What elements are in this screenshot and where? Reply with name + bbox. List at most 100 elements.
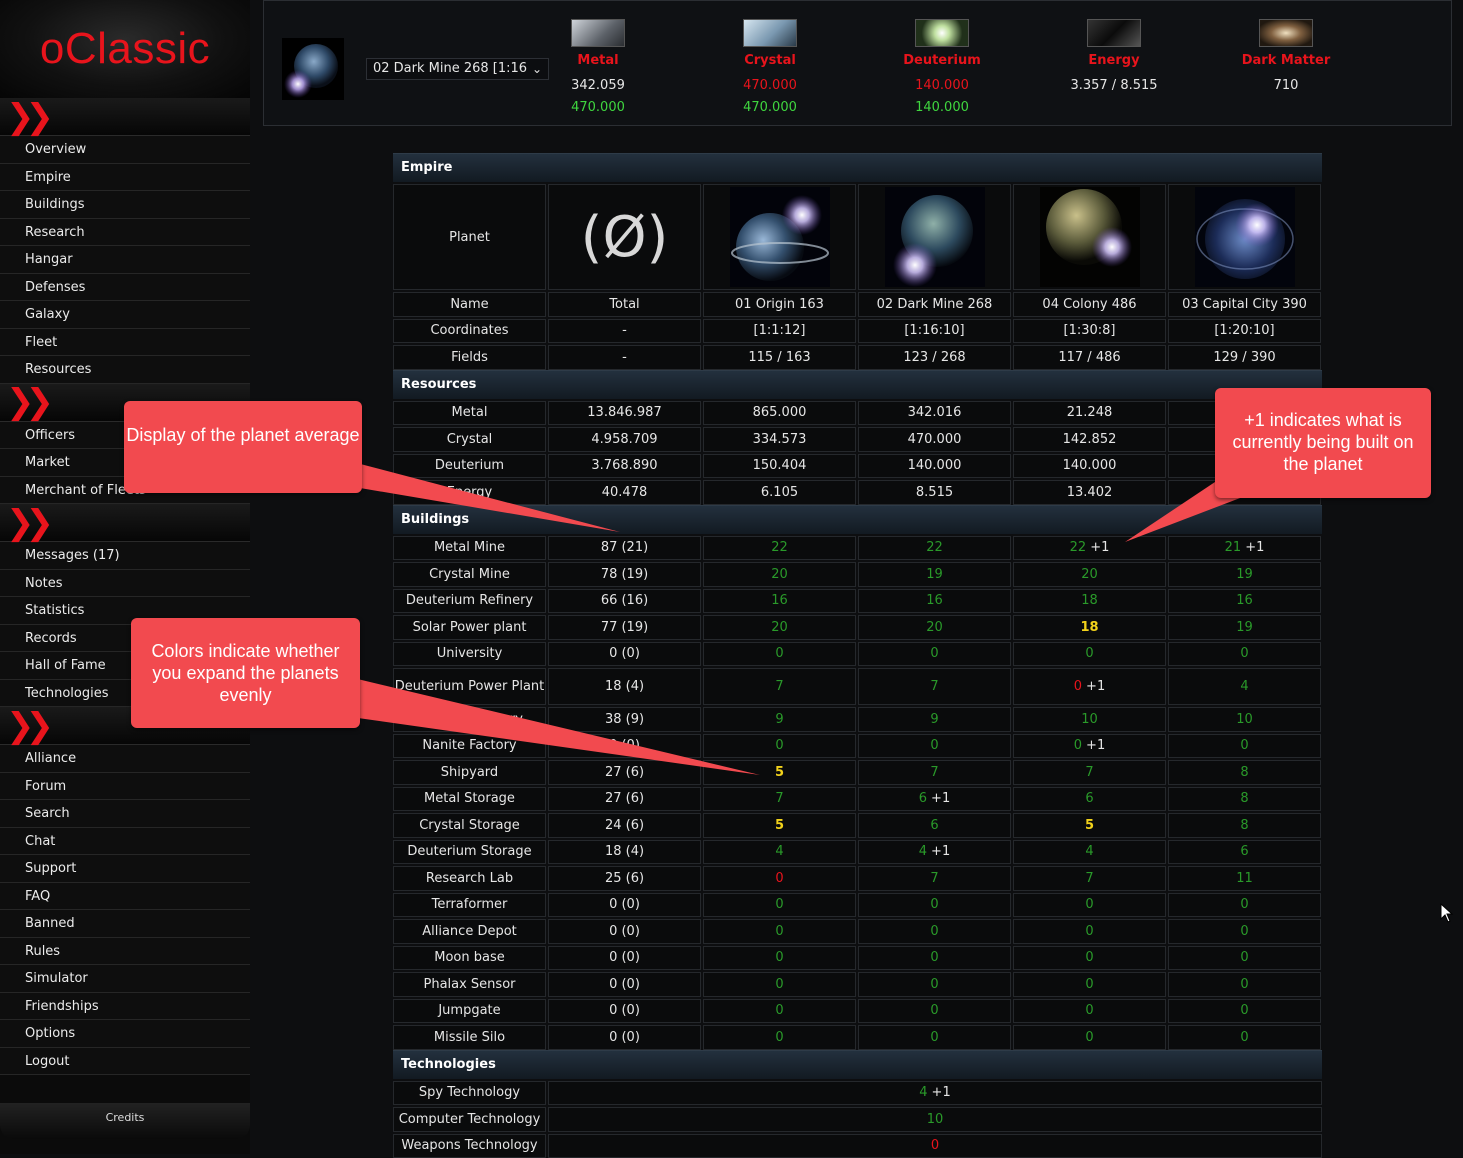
menu-item-forum[interactable]: Forum xyxy=(0,773,250,801)
planet-cell[interactable]: 115 / 163 xyxy=(703,345,856,370)
planet-image-colony[interactable] xyxy=(1013,184,1166,290)
menu-item-fleet[interactable]: Fleet xyxy=(0,329,250,357)
planet-cell[interactable]: [1:30:8] xyxy=(1013,319,1166,344)
building-level-cell[interactable]: 0 xyxy=(1168,972,1321,997)
planet-cell[interactable]: 03 Capital City 390 xyxy=(1168,292,1321,317)
building-level-cell[interactable]: 20 xyxy=(703,562,856,587)
building-level-cell[interactable]: 10 xyxy=(1013,707,1166,732)
building-level-cell[interactable]: 0+1 xyxy=(1013,734,1166,759)
building-level-cell[interactable]: 19 xyxy=(858,562,1011,587)
building-level-cell[interactable]: 9 xyxy=(703,707,856,732)
building-level-cell[interactable]: 0 xyxy=(858,642,1011,667)
menu-item-support[interactable]: Support xyxy=(0,855,250,883)
building-level-cell[interactable]: 8 xyxy=(1168,787,1321,812)
menu-item-notes[interactable]: Notes xyxy=(0,570,250,598)
building-level-cell[interactable]: 0 xyxy=(1013,919,1166,944)
building-level-cell[interactable]: 22 xyxy=(703,536,856,561)
technology-level-cell[interactable]: 4+1 xyxy=(548,1081,1322,1106)
menu-item-overview[interactable]: Overview xyxy=(0,136,250,164)
menu-item-rules[interactable]: Rules xyxy=(0,938,250,966)
building-level-cell[interactable]: 0 xyxy=(858,919,1011,944)
building-level-cell[interactable]: 5 xyxy=(703,760,856,785)
planet-selector[interactable]: 02 Dark Mine 268 [1:16 ⌄ xyxy=(366,58,549,80)
building-level-cell[interactable]: 0 xyxy=(1013,642,1166,667)
building-level-cell[interactable]: 7 xyxy=(858,866,1011,891)
building-level-cell[interactable]: 4+1 xyxy=(858,840,1011,865)
menu-item-resources[interactable]: Resources xyxy=(0,356,250,384)
menu-item-chat[interactable]: Chat xyxy=(0,828,250,856)
menu-item-defenses[interactable]: Defenses xyxy=(0,274,250,302)
building-level-cell[interactable]: 8 xyxy=(1168,813,1321,838)
building-level-cell[interactable]: 7 xyxy=(1013,866,1166,891)
logo[interactable]: oClassic xyxy=(0,0,250,98)
building-level-cell[interactable]: 0 xyxy=(703,972,856,997)
building-level-cell[interactable]: 16 xyxy=(858,589,1011,614)
building-level-cell[interactable]: 5 xyxy=(1013,813,1166,838)
menu-item-buildings[interactable]: Buildings xyxy=(0,191,250,219)
building-level-cell[interactable]: 20 xyxy=(858,615,1011,640)
planet-cell[interactable]: 04 Colony 486 xyxy=(1013,292,1166,317)
planet-cell[interactable]: [1:20:10] xyxy=(1168,319,1321,344)
building-level-cell[interactable]: 6 xyxy=(1013,787,1166,812)
building-level-cell[interactable]: 0 xyxy=(1013,946,1166,971)
building-level-cell[interactable]: 20 xyxy=(1013,562,1166,587)
building-level-cell[interactable]: 0 xyxy=(858,999,1011,1024)
building-level-cell[interactable]: 0 xyxy=(1013,972,1166,997)
building-level-cell[interactable]: 21+1 xyxy=(1168,536,1321,561)
menu-item-options[interactable]: Options xyxy=(0,1020,250,1048)
building-level-cell[interactable]: 7 xyxy=(703,668,856,705)
planet-cell[interactable]: [1:1:12] xyxy=(703,319,856,344)
building-level-cell[interactable]: 7 xyxy=(703,787,856,812)
credits-link[interactable]: Credits xyxy=(0,1103,250,1139)
menu-item-research[interactable]: Research xyxy=(0,219,250,247)
building-level-cell[interactable]: 0 xyxy=(858,972,1011,997)
building-level-cell[interactable]: 0 xyxy=(1168,734,1321,759)
building-level-cell[interactable]: 0 xyxy=(703,946,856,971)
menu-item-banned[interactable]: Banned xyxy=(0,910,250,938)
menu-item-simulator[interactable]: Simulator xyxy=(0,965,250,993)
building-level-cell[interactable]: 0 xyxy=(1168,946,1321,971)
building-level-cell[interactable]: 0 xyxy=(1168,893,1321,918)
building-level-cell[interactable]: 19 xyxy=(1168,562,1321,587)
building-level-cell[interactable]: 7 xyxy=(1013,760,1166,785)
building-level-cell[interactable]: 10 xyxy=(1168,707,1321,732)
building-level-cell[interactable]: 18 xyxy=(1013,615,1166,640)
building-level-cell[interactable]: 0 xyxy=(1013,999,1166,1024)
building-level-cell[interactable]: 0 xyxy=(703,866,856,891)
menu-item-logout[interactable]: Logout xyxy=(0,1048,250,1076)
building-level-cell[interactable]: 4 xyxy=(1168,668,1321,705)
menu-item-galaxy[interactable]: Galaxy xyxy=(0,301,250,329)
building-level-cell[interactable]: 22+1 xyxy=(1013,536,1166,561)
planet-image-dark-mine[interactable] xyxy=(858,184,1011,290)
building-level-cell[interactable]: 0 xyxy=(703,893,856,918)
building-level-cell[interactable]: 0 xyxy=(1013,893,1166,918)
planet-image-origin[interactable] xyxy=(703,184,856,290)
building-level-cell[interactable]: 0 xyxy=(1168,999,1321,1024)
building-level-cell[interactable]: 0 xyxy=(858,734,1011,759)
building-level-cell[interactable]: 6 xyxy=(1168,840,1321,865)
planet-cell[interactable]: 123 / 268 xyxy=(858,345,1011,370)
building-level-cell[interactable]: 7 xyxy=(858,668,1011,705)
building-level-cell[interactable]: 9 xyxy=(858,707,1011,732)
building-level-cell[interactable]: 6+1 xyxy=(858,787,1011,812)
menu-item-search[interactable]: Search xyxy=(0,800,250,828)
building-level-cell[interactable]: 0 xyxy=(858,946,1011,971)
menu-item-hangar[interactable]: Hangar xyxy=(0,246,250,274)
planet-cell[interactable]: 117 / 486 xyxy=(1013,345,1166,370)
building-level-cell[interactable]: 4 xyxy=(1013,840,1166,865)
planet-cell[interactable]: [1:16:10] xyxy=(858,319,1011,344)
building-level-cell[interactable]: 4 xyxy=(703,840,856,865)
menu-item-alliance[interactable]: Alliance xyxy=(0,745,250,773)
building-level-cell[interactable]: 20 xyxy=(703,615,856,640)
menu-item-messages-17[interactable]: Messages (17) xyxy=(0,542,250,570)
technology-level-cell[interactable]: 0 xyxy=(548,1134,1322,1158)
building-level-cell[interactable]: 0 xyxy=(1168,1025,1321,1050)
building-level-cell[interactable]: 0 xyxy=(858,893,1011,918)
building-level-cell[interactable]: 0 xyxy=(703,642,856,667)
building-level-cell[interactable]: 0 xyxy=(1168,642,1321,667)
building-level-cell[interactable]: 0 xyxy=(703,919,856,944)
planet-cell[interactable]: 01 Origin 163 xyxy=(703,292,856,317)
building-level-cell[interactable]: 16 xyxy=(1168,589,1321,614)
menu-item-empire[interactable]: Empire xyxy=(0,164,250,192)
building-level-cell[interactable]: 19 xyxy=(1168,615,1321,640)
